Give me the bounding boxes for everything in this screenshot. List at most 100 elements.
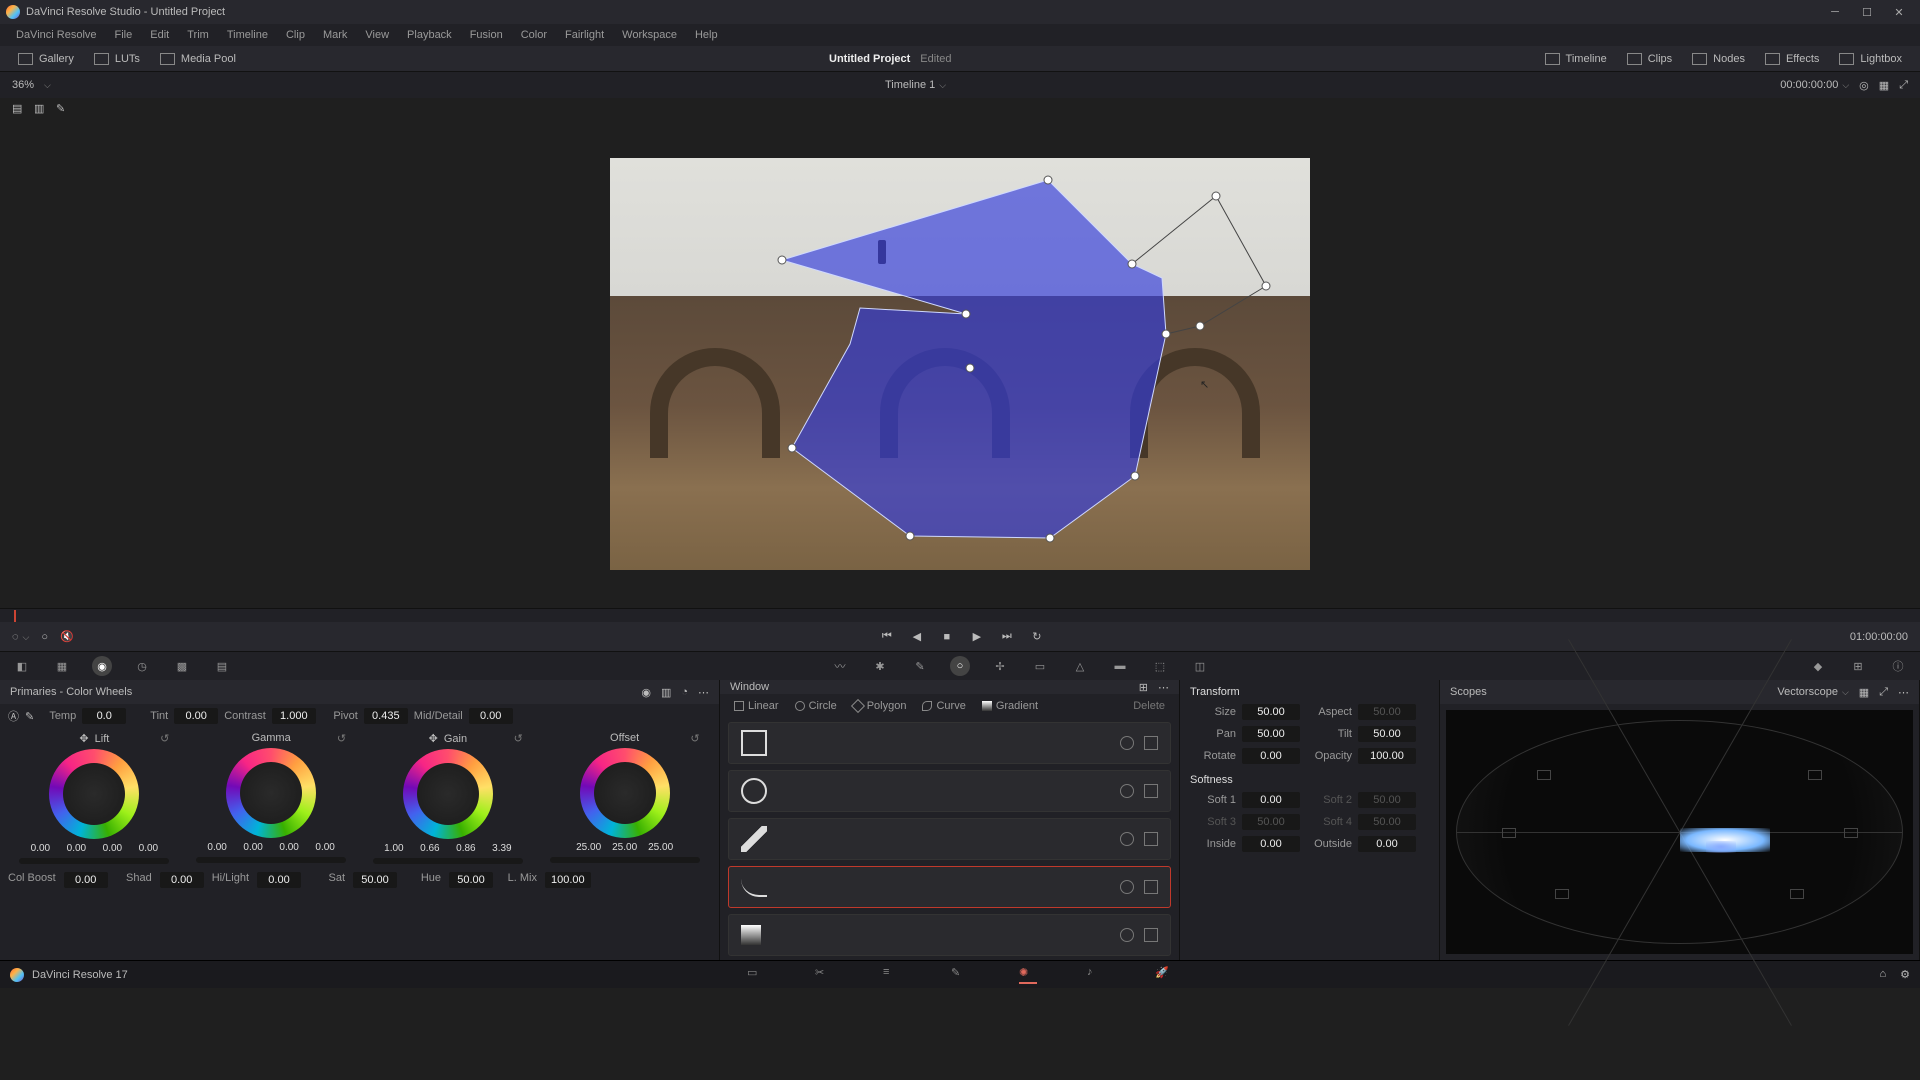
auto-balance-icon[interactable]: Ⓐ bbox=[8, 708, 19, 724]
lift-v3[interactable]: 0.00 bbox=[132, 843, 164, 854]
gamma-v1[interactable]: 0.00 bbox=[237, 842, 269, 853]
invert-icon[interactable] bbox=[1144, 784, 1158, 798]
page-color-icon[interactable]: ✺ bbox=[1019, 966, 1037, 984]
page-fusion-icon[interactable]: ✎ bbox=[951, 966, 969, 984]
mask-icon[interactable] bbox=[1120, 736, 1134, 750]
stop-button[interactable]: ■ bbox=[936, 628, 958, 646]
gain-picker-icon[interactable]: ✥ bbox=[429, 732, 438, 745]
window-options-icon[interactable]: ⋯ bbox=[1158, 681, 1169, 694]
menu-trim[interactable]: Trim bbox=[179, 27, 217, 43]
page-edit-icon[interactable]: ≡ bbox=[883, 966, 901, 984]
window-close-button[interactable]: ✕ bbox=[1884, 2, 1914, 22]
timeline-button[interactable]: Timeline bbox=[1537, 50, 1615, 68]
lmix-value[interactable]: 100.00 bbox=[545, 872, 591, 888]
pan-value[interactable]: 50.00 bbox=[1242, 726, 1300, 742]
scopes-layout-icon[interactable]: ▦ bbox=[1859, 686, 1869, 699]
lift-v2[interactable]: 0.00 bbox=[96, 843, 128, 854]
options-icon[interactable]: ⋯ bbox=[698, 686, 709, 699]
soft1-value[interactable]: 0.00 bbox=[1242, 792, 1300, 808]
step-back-button[interactable]: ◀ bbox=[906, 628, 928, 646]
gain-v1[interactable]: 0.66 bbox=[414, 843, 446, 854]
lift-color-wheel[interactable] bbox=[49, 749, 139, 839]
timecode-display[interactable]: 00:00:00:00 bbox=[1780, 79, 1849, 91]
gain-master-slider[interactable] bbox=[373, 858, 523, 864]
outside-value[interactable]: 0.00 bbox=[1358, 836, 1416, 852]
menu-fairlight[interactable]: Fairlight bbox=[557, 27, 612, 43]
nodes-button[interactable]: Nodes bbox=[1684, 50, 1753, 68]
viewer-frame[interactable]: ↖ bbox=[610, 158, 1310, 570]
curves-icon[interactable]: 〰 bbox=[830, 656, 850, 676]
middetail-value[interactable]: 0.00 bbox=[469, 708, 513, 724]
menu-davinci[interactable]: DaVinci Resolve bbox=[8, 27, 105, 43]
offset-master-slider[interactable] bbox=[550, 857, 700, 863]
3d-icon[interactable]: ◫ bbox=[1190, 656, 1210, 676]
contrast-value[interactable]: 1.000 bbox=[272, 708, 316, 724]
offset-v0[interactable]: 25.00 bbox=[573, 842, 605, 853]
offset-v2[interactable]: 25.00 bbox=[645, 842, 677, 853]
unmix-icon[interactable]: ○ bbox=[41, 631, 48, 643]
scopes-icon[interactable]: ⊞ bbox=[1848, 656, 1868, 676]
offset-color-wheel[interactable] bbox=[580, 748, 670, 838]
window-delete-button[interactable]: Delete bbox=[1127, 698, 1171, 714]
key-icon[interactable]: ▬ bbox=[1110, 656, 1130, 676]
offset-v1[interactable]: 25.00 bbox=[609, 842, 641, 853]
lift-v0[interactable]: 0.00 bbox=[24, 843, 56, 854]
clips-button[interactable]: Clips bbox=[1619, 50, 1680, 68]
menu-fusion[interactable]: Fusion bbox=[462, 27, 511, 43]
soft2-value[interactable]: 50.00 bbox=[1358, 792, 1416, 808]
magic-mask-icon[interactable]: ▭ bbox=[1030, 656, 1050, 676]
gain-color-wheel[interactable] bbox=[403, 749, 493, 839]
timeline-name-dropdown[interactable]: Timeline 1 bbox=[885, 79, 946, 91]
play-button[interactable]: ▶ bbox=[966, 628, 988, 646]
qualifier-palette-icon[interactable]: ▦ bbox=[52, 656, 72, 676]
highlight-icon[interactable]: ▦ bbox=[1879, 79, 1889, 92]
add-circle-button[interactable]: Circle bbox=[789, 698, 843, 714]
page-deliver-icon[interactable]: 🚀 bbox=[1155, 966, 1173, 984]
bars-mode-icon[interactable]: ▥ bbox=[661, 686, 671, 699]
menu-mark[interactable]: Mark bbox=[315, 27, 355, 43]
effects-button[interactable]: Effects bbox=[1757, 50, 1827, 68]
aspect-value[interactable]: 50.00 bbox=[1358, 704, 1416, 720]
sat-value[interactable]: 50.00 bbox=[353, 872, 397, 888]
log-mode-icon[interactable]: ◔ bbox=[681, 686, 688, 699]
scopes-mode-dropdown[interactable]: Vectorscope bbox=[1777, 686, 1848, 699]
shad-value[interactable]: 0.00 bbox=[160, 872, 204, 888]
menu-playback[interactable]: Playback bbox=[399, 27, 460, 43]
rgb-mixer-icon[interactable]: ▤ bbox=[212, 656, 232, 676]
qualifier-view-icon[interactable]: ▤ bbox=[12, 102, 28, 116]
add-polygon-button[interactable]: Polygon bbox=[847, 698, 913, 714]
image-wipe-icon[interactable]: ◎ bbox=[1859, 79, 1869, 92]
split-view-icon[interactable]: ▥ bbox=[34, 102, 50, 116]
tilt-value[interactable]: 50.00 bbox=[1358, 726, 1416, 742]
bypass-dropdown[interactable]: ◌ bbox=[12, 631, 29, 643]
gamma-master-slider[interactable] bbox=[196, 857, 346, 863]
hilight-value[interactable]: 0.00 bbox=[257, 872, 301, 888]
gain-v0[interactable]: 1.00 bbox=[378, 843, 410, 854]
add-curve-button[interactable]: Curve bbox=[916, 698, 971, 714]
temp-value[interactable]: 0.0 bbox=[82, 708, 126, 724]
wheels-mode-icon[interactable]: ◉ bbox=[641, 686, 651, 699]
page-media-icon[interactable]: ▭ bbox=[747, 966, 765, 984]
go-last-button[interactable]: ⏭ bbox=[996, 628, 1018, 646]
viewer-area[interactable]: ↖ bbox=[0, 120, 1920, 608]
menu-view[interactable]: View bbox=[357, 27, 397, 43]
gamma-v2[interactable]: 0.00 bbox=[273, 842, 305, 853]
tint-value[interactable]: 0.00 bbox=[174, 708, 218, 724]
blur-icon[interactable]: △ bbox=[1070, 656, 1090, 676]
inside-value[interactable]: 0.00 bbox=[1242, 836, 1300, 852]
window-row-polygon[interactable] bbox=[728, 818, 1171, 860]
mask-icon[interactable] bbox=[1120, 928, 1134, 942]
lift-master-slider[interactable] bbox=[19, 858, 169, 864]
zoom-dropdown[interactable]: 36% bbox=[12, 79, 51, 91]
window-minimize-button[interactable]: ─ bbox=[1820, 2, 1850, 22]
menu-timeline[interactable]: Timeline bbox=[219, 27, 276, 43]
invert-icon[interactable] bbox=[1144, 736, 1158, 750]
soft4-value[interactable]: 50.00 bbox=[1358, 814, 1416, 830]
scopes-expand-icon[interactable]: ⤢ bbox=[1879, 686, 1888, 699]
lift-reset-icon[interactable]: ↺ bbox=[160, 732, 169, 745]
mediapool-button[interactable]: Media Pool bbox=[152, 50, 244, 68]
window-maximize-button[interactable]: ☐ bbox=[1852, 2, 1882, 22]
warper-icon[interactable]: ✱ bbox=[870, 656, 890, 676]
camera-raw-icon[interactable]: ◷ bbox=[132, 656, 152, 676]
lift-v1[interactable]: 0.00 bbox=[60, 843, 92, 854]
